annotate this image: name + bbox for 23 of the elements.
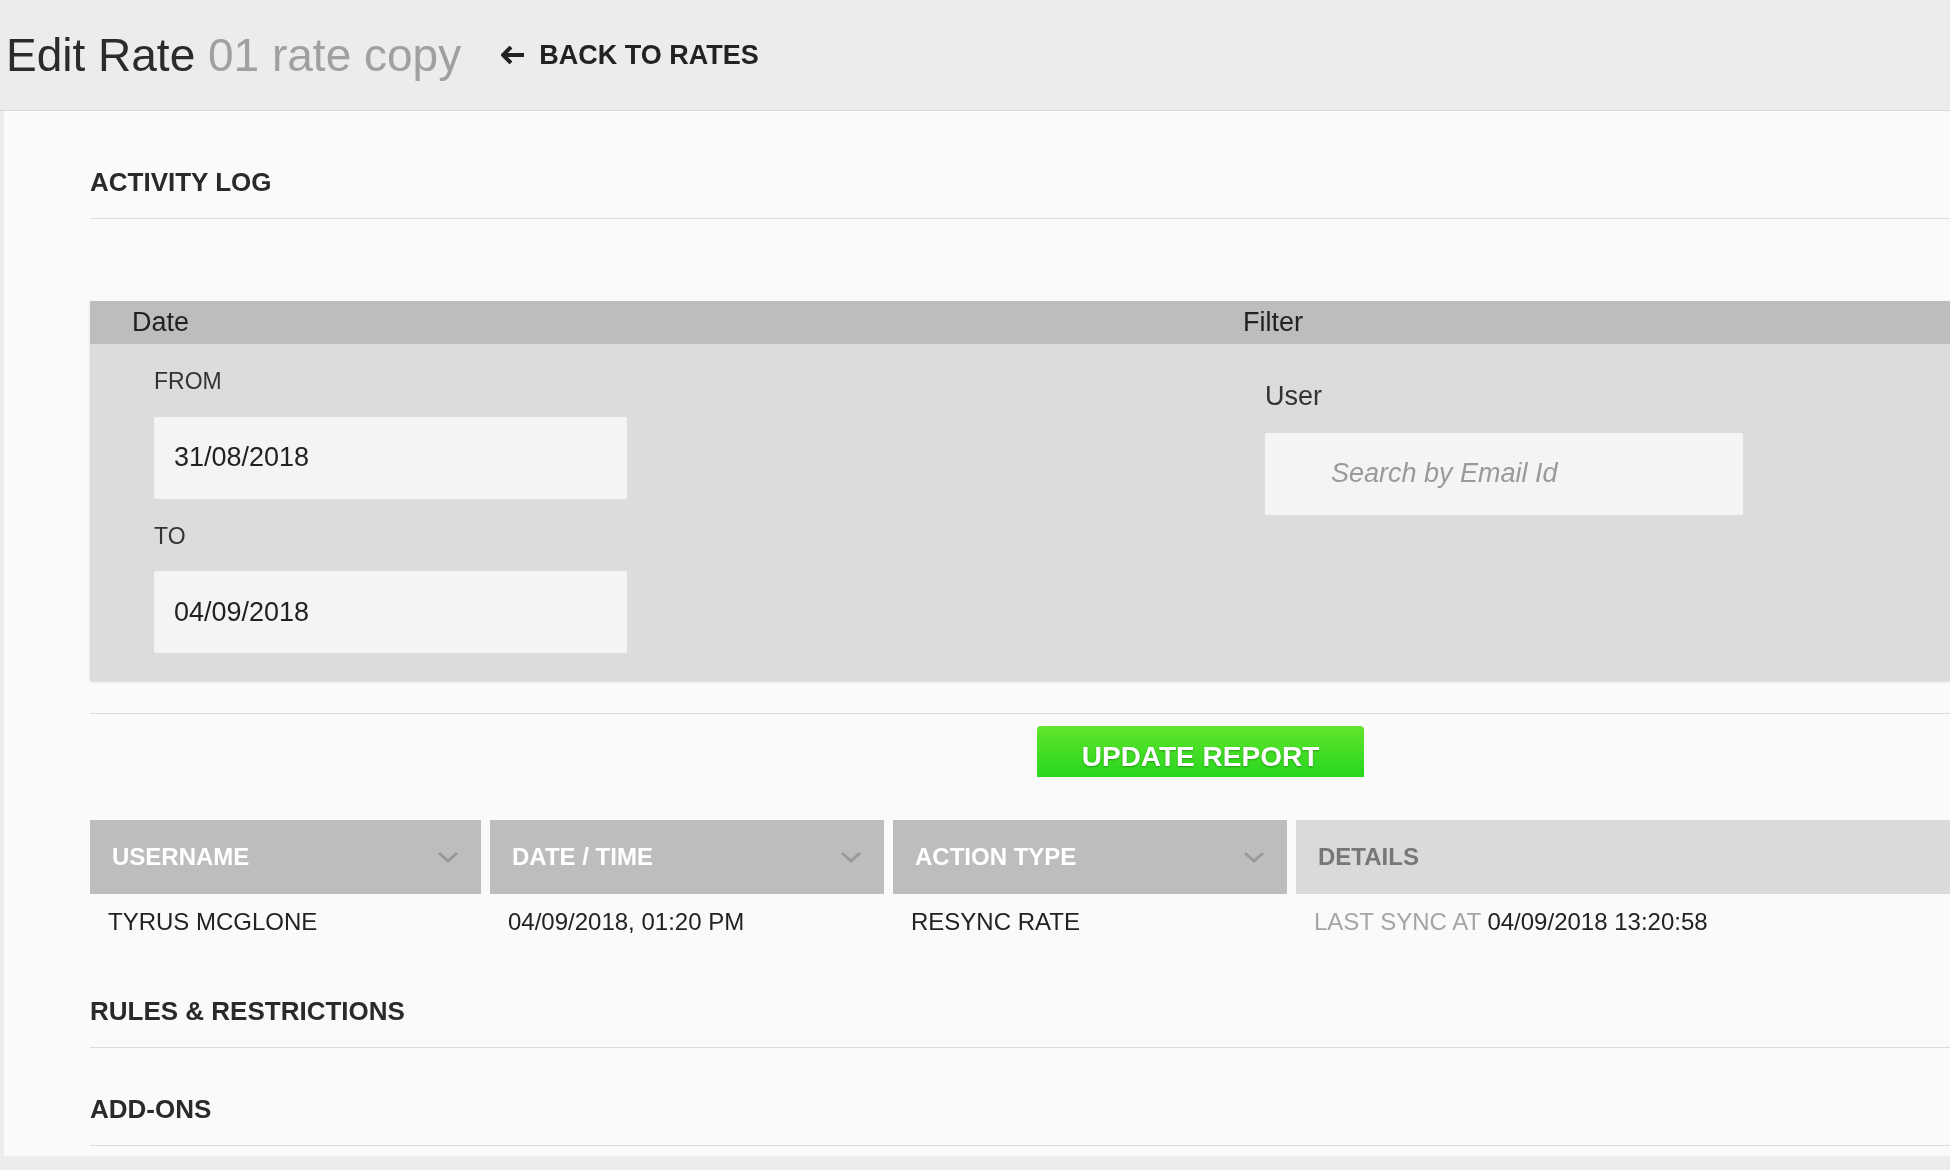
chevron-down-icon xyxy=(437,851,459,863)
back-link[interactable]: BACK TO RATES xyxy=(501,34,759,76)
search-field[interactable]: Search by Email Id xyxy=(1265,432,1743,515)
field-label: FROM xyxy=(154,367,222,396)
column-heading: Date xyxy=(131,306,191,340)
table-cell-text: TYRUS MCGLONE xyxy=(107,907,319,937)
date-field[interactable]: 31/08/2018 xyxy=(154,416,627,499)
left-arrow-icon xyxy=(501,46,526,64)
details-label: LAST SYNC AT xyxy=(1314,908,1481,935)
field-label: TO xyxy=(154,521,186,551)
section-heading[interactable]: ADD-ONS xyxy=(90,1048,1950,1146)
table-cell-text: RESYNC RATE xyxy=(910,907,1081,937)
chevron-down-icon xyxy=(840,851,862,863)
column-header: DETAILS xyxy=(1296,820,1950,894)
section-heading[interactable]: RULES & RESTRICTIONS xyxy=(90,950,1950,1048)
date-field[interactable]: 04/09/2018 xyxy=(154,571,627,653)
section-heading: ACTIVITY LOG xyxy=(90,111,1950,219)
table-cell-text: 04/09/2018, 01:20 PM xyxy=(507,907,746,937)
chevron-down-icon xyxy=(1243,851,1265,863)
page-title: Edit Rate 01 rate copy xyxy=(6,27,462,83)
details-value: 04/09/2018 13:20:58 xyxy=(1487,908,1708,935)
field-label: User xyxy=(1265,380,1322,413)
column-heading: Filter xyxy=(1243,306,1304,340)
